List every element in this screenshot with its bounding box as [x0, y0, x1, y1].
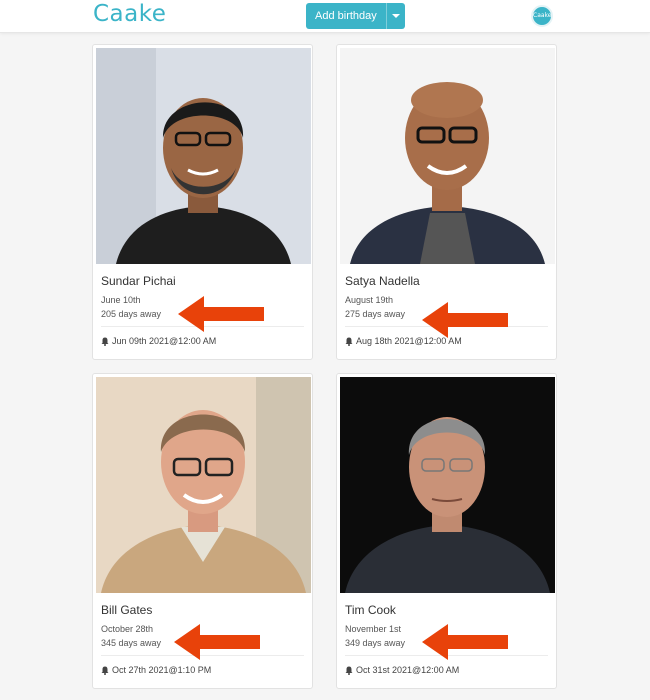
reminder-time: Oct 31st 2021@12:00 AM	[345, 665, 459, 675]
top-navbar: Caake Add birthday Caake	[0, 0, 650, 33]
birthday-date: November 1st	[345, 624, 402, 634]
caret-down-icon	[391, 14, 400, 18]
days-away: 275 days away	[345, 309, 406, 319]
person-name[interactable]: Satya Nadella	[345, 274, 420, 288]
person-name[interactable]: Sundar Pichai	[101, 274, 176, 288]
arrow-left-icon	[178, 296, 264, 332]
bell-icon	[345, 666, 353, 675]
bell-icon	[345, 337, 353, 346]
reminder-time: Jun 09th 2021@12:00 AM	[101, 336, 216, 346]
arrow-left-icon	[422, 302, 508, 338]
bell-icon	[101, 666, 109, 675]
reminder-label: Oct 31st 2021@12:00 AM	[356, 665, 460, 675]
birthday-date: October 28th	[101, 624, 154, 634]
arrow-left-icon	[422, 624, 508, 660]
add-birthday-dropdown-toggle[interactable]	[385, 3, 405, 29]
add-birthday-button[interactable]: Add birthday	[306, 3, 405, 29]
days-away: 345 days away	[101, 638, 162, 648]
reminder-label: Oct 27th 2021@1:10 PM	[112, 665, 212, 675]
reminder-label: Jun 09th 2021@12:00 AM	[112, 336, 217, 346]
user-avatar[interactable]: Caake	[531, 5, 553, 27]
birthday-date: August 19th	[345, 295, 394, 305]
days-away: 349 days away	[345, 638, 406, 648]
days-away: 205 days away	[101, 309, 162, 319]
reminder-time: Oct 27th 2021@1:10 PM	[101, 665, 211, 675]
portrait-photo	[96, 48, 311, 264]
portrait-photo	[340, 377, 555, 593]
brand-logo[interactable]: Caake	[93, 1, 166, 27]
portrait-photo	[340, 48, 555, 264]
add-birthday-label[interactable]: Add birthday	[306, 3, 386, 29]
portrait-photo	[96, 377, 311, 593]
birthday-date: June 10th	[101, 295, 141, 305]
bell-icon	[101, 337, 109, 346]
arrow-left-icon	[174, 624, 260, 660]
person-name[interactable]: Bill Gates	[101, 603, 152, 617]
person-name[interactable]: Tim Cook	[345, 603, 396, 617]
